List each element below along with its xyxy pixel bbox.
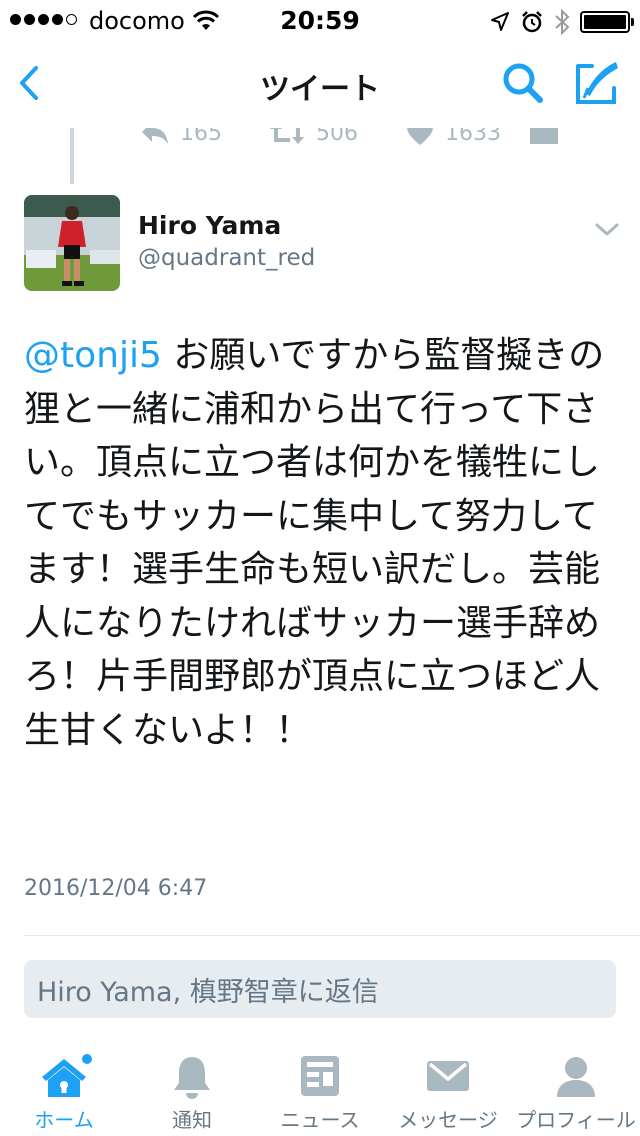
alarm-icon — [522, 11, 542, 33]
tab-home[interactable]: ホーム — [0, 1043, 128, 1136]
reply-count: 165 — [180, 128, 222, 146]
thread-connector-line — [70, 128, 74, 184]
tab-notifications[interactable]: 通知 — [128, 1043, 256, 1136]
heart-icon — [407, 128, 433, 145]
compose-icon — [576, 62, 618, 104]
tab-profile-label: プロフィール — [516, 1108, 636, 1132]
bluetooth-icon — [555, 9, 570, 35]
tab-bar: ホーム 通知 ニュース メッセージ プロフィール — [0, 1043, 640, 1136]
tweet-body: お願いですから監督擬きの狸と一緒に浦和から出て行って下さい。頂点に立つ者は何かを… — [24, 335, 605, 751]
tweet-text: @tonji5 お願いですから監督擬きの狸と一緒に浦和から出て行って下さい。頂点… — [24, 329, 616, 757]
tweet-timestamp: 2016/12/04 6:47 — [24, 876, 208, 901]
reply-action[interactable]: 165 — [140, 128, 222, 148]
tab-home-label: ホーム — [34, 1108, 94, 1132]
tab-news-label: ニュース — [280, 1108, 360, 1132]
reply-recipients: Hiro Yama, 槙野智章 — [37, 976, 298, 1008]
chevron-down-icon — [595, 223, 619, 236]
envelope-icon — [427, 1061, 469, 1091]
reply-icon — [142, 128, 168, 144]
avatar[interactable] — [24, 195, 120, 291]
reply-input[interactable]: Hiro Yama, 槙野智章 に返信 — [24, 960, 616, 1018]
location-icon — [491, 12, 509, 31]
retweet-action[interactable]: 506 — [268, 128, 358, 148]
chevron-left-icon — [20, 66, 38, 100]
person-icon — [557, 1057, 595, 1097]
retweet-icon — [270, 128, 304, 144]
news-icon — [301, 1056, 339, 1096]
like-action[interactable]: 1633 — [405, 128, 501, 148]
display-name[interactable]: Hiro Yama — [138, 211, 281, 240]
direct-message-action[interactable] — [528, 128, 560, 148]
status-bar: docomo 20:59 — [0, 0, 640, 40]
navigation-bar: ツイート — [0, 40, 640, 128]
envelope-icon — [530, 128, 558, 144]
back-button[interactable] — [10, 58, 50, 108]
mention-link[interactable]: @tonji5 — [24, 335, 162, 376]
tweet-options-button[interactable] — [590, 218, 624, 242]
tab-messages[interactable]: メッセージ — [384, 1043, 512, 1136]
tab-messages-label: メッセージ — [398, 1108, 498, 1132]
search-button[interactable] — [498, 58, 548, 108]
divider — [24, 935, 640, 936]
retweet-count: 506 — [316, 128, 358, 146]
bell-icon — [174, 1057, 210, 1099]
compose-tweet-button[interactable] — [570, 58, 622, 110]
previous-tweet-actions: 165 506 1633 — [0, 128, 640, 150]
battery-icon — [580, 11, 634, 33]
tab-news[interactable]: ニュース — [256, 1043, 384, 1136]
username[interactable]: @quadrant_red — [138, 245, 315, 271]
like-count: 1633 — [445, 128, 501, 146]
tab-notifications-label: 通知 — [172, 1108, 212, 1132]
search-icon — [503, 63, 543, 103]
tab-profile[interactable]: プロフィール — [512, 1043, 640, 1136]
profile-photo-image — [24, 195, 120, 291]
reply-suffix: に返信 — [297, 976, 379, 1008]
home-icon — [42, 1054, 92, 1097]
